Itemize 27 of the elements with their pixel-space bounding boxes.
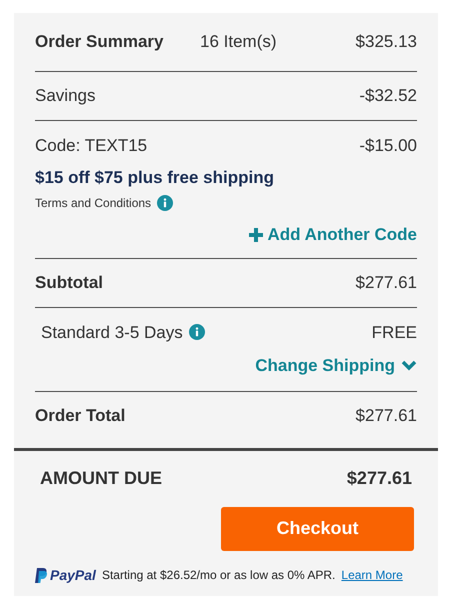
paypal-p-icon — [35, 568, 47, 582]
shipping-amount: FREE — [372, 322, 417, 344]
amount-due-amount: $277.61 — [346, 467, 412, 490]
promo-amount: -$15.00 — [359, 135, 417, 157]
info-icon[interactable] — [188, 324, 205, 340]
paypal-logo: PayPal — [35, 564, 96, 586]
summary-title: Order Summary — [35, 31, 164, 54]
order-total-label: Order Total — [35, 404, 126, 427]
change-shipping-link[interactable]: Change Shipping — [255, 353, 417, 378]
item-count: 16 Item(s) — [200, 31, 277, 54]
shipping-label: Standard 3-5 Days — [41, 322, 183, 344]
promo-code-label: Code: TEXT15 — [35, 135, 148, 157]
savings-amount: -$32.52 — [359, 85, 417, 108]
paypal-message: Starting at $26.52/mo or as low as 0% APR. — [102, 567, 336, 584]
plus-icon — [249, 228, 264, 242]
order-total-amount: $277.61 — [356, 404, 417, 427]
subtotal-amount: $277.61 — [356, 272, 417, 294]
savings-label: Savings — [35, 85, 96, 108]
learn-more-link[interactable]: Learn More — [341, 566, 403, 584]
amount-due-label: AMOUNT DUE — [40, 467, 162, 490]
checkout-button[interactable]: Checkout — [221, 506, 414, 550]
terms-link[interactable]: Terms and Conditions — [35, 194, 152, 212]
summary-amount: $325.13 — [356, 31, 417, 54]
add-code-link[interactable]: Add Another Code — [249, 222, 417, 248]
promo-headline: $15 off $75 plus free shipping — [35, 166, 276, 189]
subtotal-label: Subtotal — [35, 272, 103, 294]
info-icon[interactable] — [157, 195, 174, 211]
